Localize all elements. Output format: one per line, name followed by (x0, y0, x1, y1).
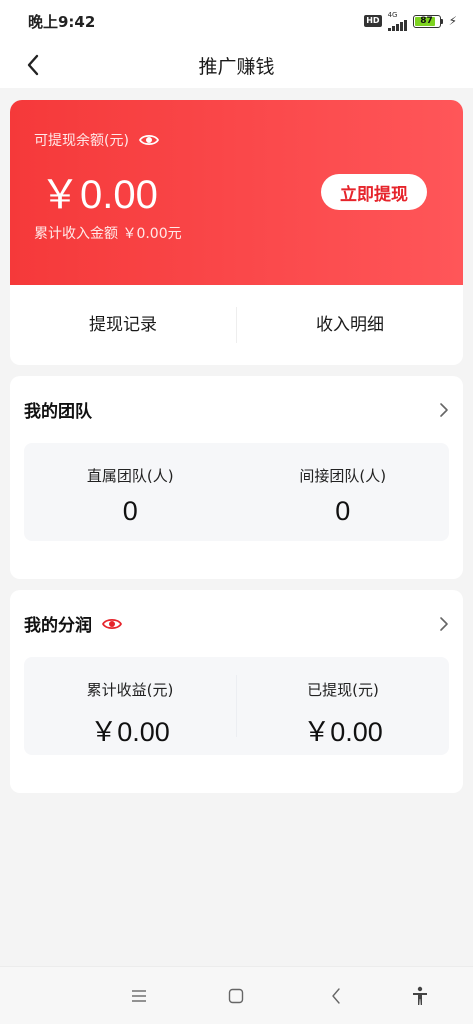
team-header[interactable]: 我的团队 (24, 376, 449, 443)
indirect-team-label: 间接团队(人) (299, 467, 387, 485)
charging-icon: ⚡ (448, 14, 457, 28)
profit-title: 我的分润 (24, 616, 92, 636)
indirect-team-stat: 间接团队(人) 0 (237, 443, 450, 541)
eye-icon[interactable] (138, 133, 159, 147)
status-time: 晚上9:42 (28, 12, 96, 31)
total-profit-label: 累计收益(元) (86, 681, 174, 699)
status-icons: HD 4G 87 ⚡ (364, 11, 457, 31)
direct-team-value: 0 (122, 496, 138, 526)
withdrawn-label: 已提现(元) (307, 681, 379, 699)
withdraw-button[interactable]: 立即提现 (321, 174, 427, 210)
page-title: 推广赚钱 (198, 55, 275, 78)
total-profit-stat: 累计收益(元) ￥0.00 (24, 657, 236, 755)
back-button[interactable] (18, 50, 48, 80)
income-details-link[interactable]: 收入明细 (237, 285, 463, 365)
profit-stats: 累计收益(元) ￥0.00 已提现(元) ￥0.00 (24, 657, 449, 755)
indirect-team-value: 0 (335, 496, 351, 526)
network-indicator: 4G (387, 11, 407, 31)
nav-back-icon (332, 988, 340, 1004)
direct-team-label: 直属团队(人) (86, 467, 174, 485)
home-button[interactable] (221, 981, 251, 1011)
total-profit-value: ￥0.00 (90, 717, 170, 747)
home-icon (228, 988, 244, 1004)
withdraw-records-link[interactable]: 提现记录 (10, 285, 236, 365)
team-title: 我的团队 (24, 402, 92, 422)
records-links: 提现记录 收入明细 (10, 285, 463, 365)
balance-label-row: 可提现余额(元) (34, 130, 439, 150)
profit-card: 我的分润 累计收益(元) ￥0.00 已提现(元) ￥0.00 (10, 590, 463, 793)
nav-back-button[interactable] (321, 981, 351, 1011)
balance-amount: ￥0.00 (40, 173, 158, 217)
withdrawn-value: ￥0.00 (303, 717, 383, 747)
accessibility-button[interactable] (405, 981, 435, 1011)
signal-icon (387, 19, 407, 31)
direct-team-stat: 直属团队(人) 0 (24, 443, 237, 541)
balance-card: 可提现余额(元) ￥0.00 累计收入金额 ￥0.00元 立即提现 (10, 100, 463, 285)
team-stats: 直属团队(人) 0 间接团队(人) 0 (24, 443, 449, 541)
total-income: 累计收入金额 ￥0.00元 (34, 226, 182, 242)
chevron-right-icon (440, 402, 448, 417)
profit-header[interactable]: 我的分润 (24, 590, 449, 657)
system-nav-bar (0, 966, 473, 1024)
balance-label: 可提现余额(元) (34, 133, 129, 149)
battery-level: 87 (420, 16, 433, 26)
status-bar: 晚上9:42 HD 4G 87 ⚡ (0, 0, 473, 42)
accessibility-icon (413, 986, 427, 1005)
back-arrow-icon (27, 54, 39, 76)
menu-button[interactable] (124, 981, 154, 1011)
header: 推广赚钱 (0, 42, 473, 88)
menu-icon (132, 990, 146, 1002)
network-type: 4G (387, 11, 398, 19)
withdrawn-stat: 已提现(元) ￥0.00 (237, 657, 449, 755)
chevron-right-icon (440, 616, 448, 631)
eye-icon[interactable] (102, 617, 122, 631)
team-card: 我的团队 直属团队(人) 0 间接团队(人) 0 (10, 376, 463, 579)
hd-icon: HD (364, 15, 382, 27)
battery-icon: 87 (412, 14, 443, 28)
